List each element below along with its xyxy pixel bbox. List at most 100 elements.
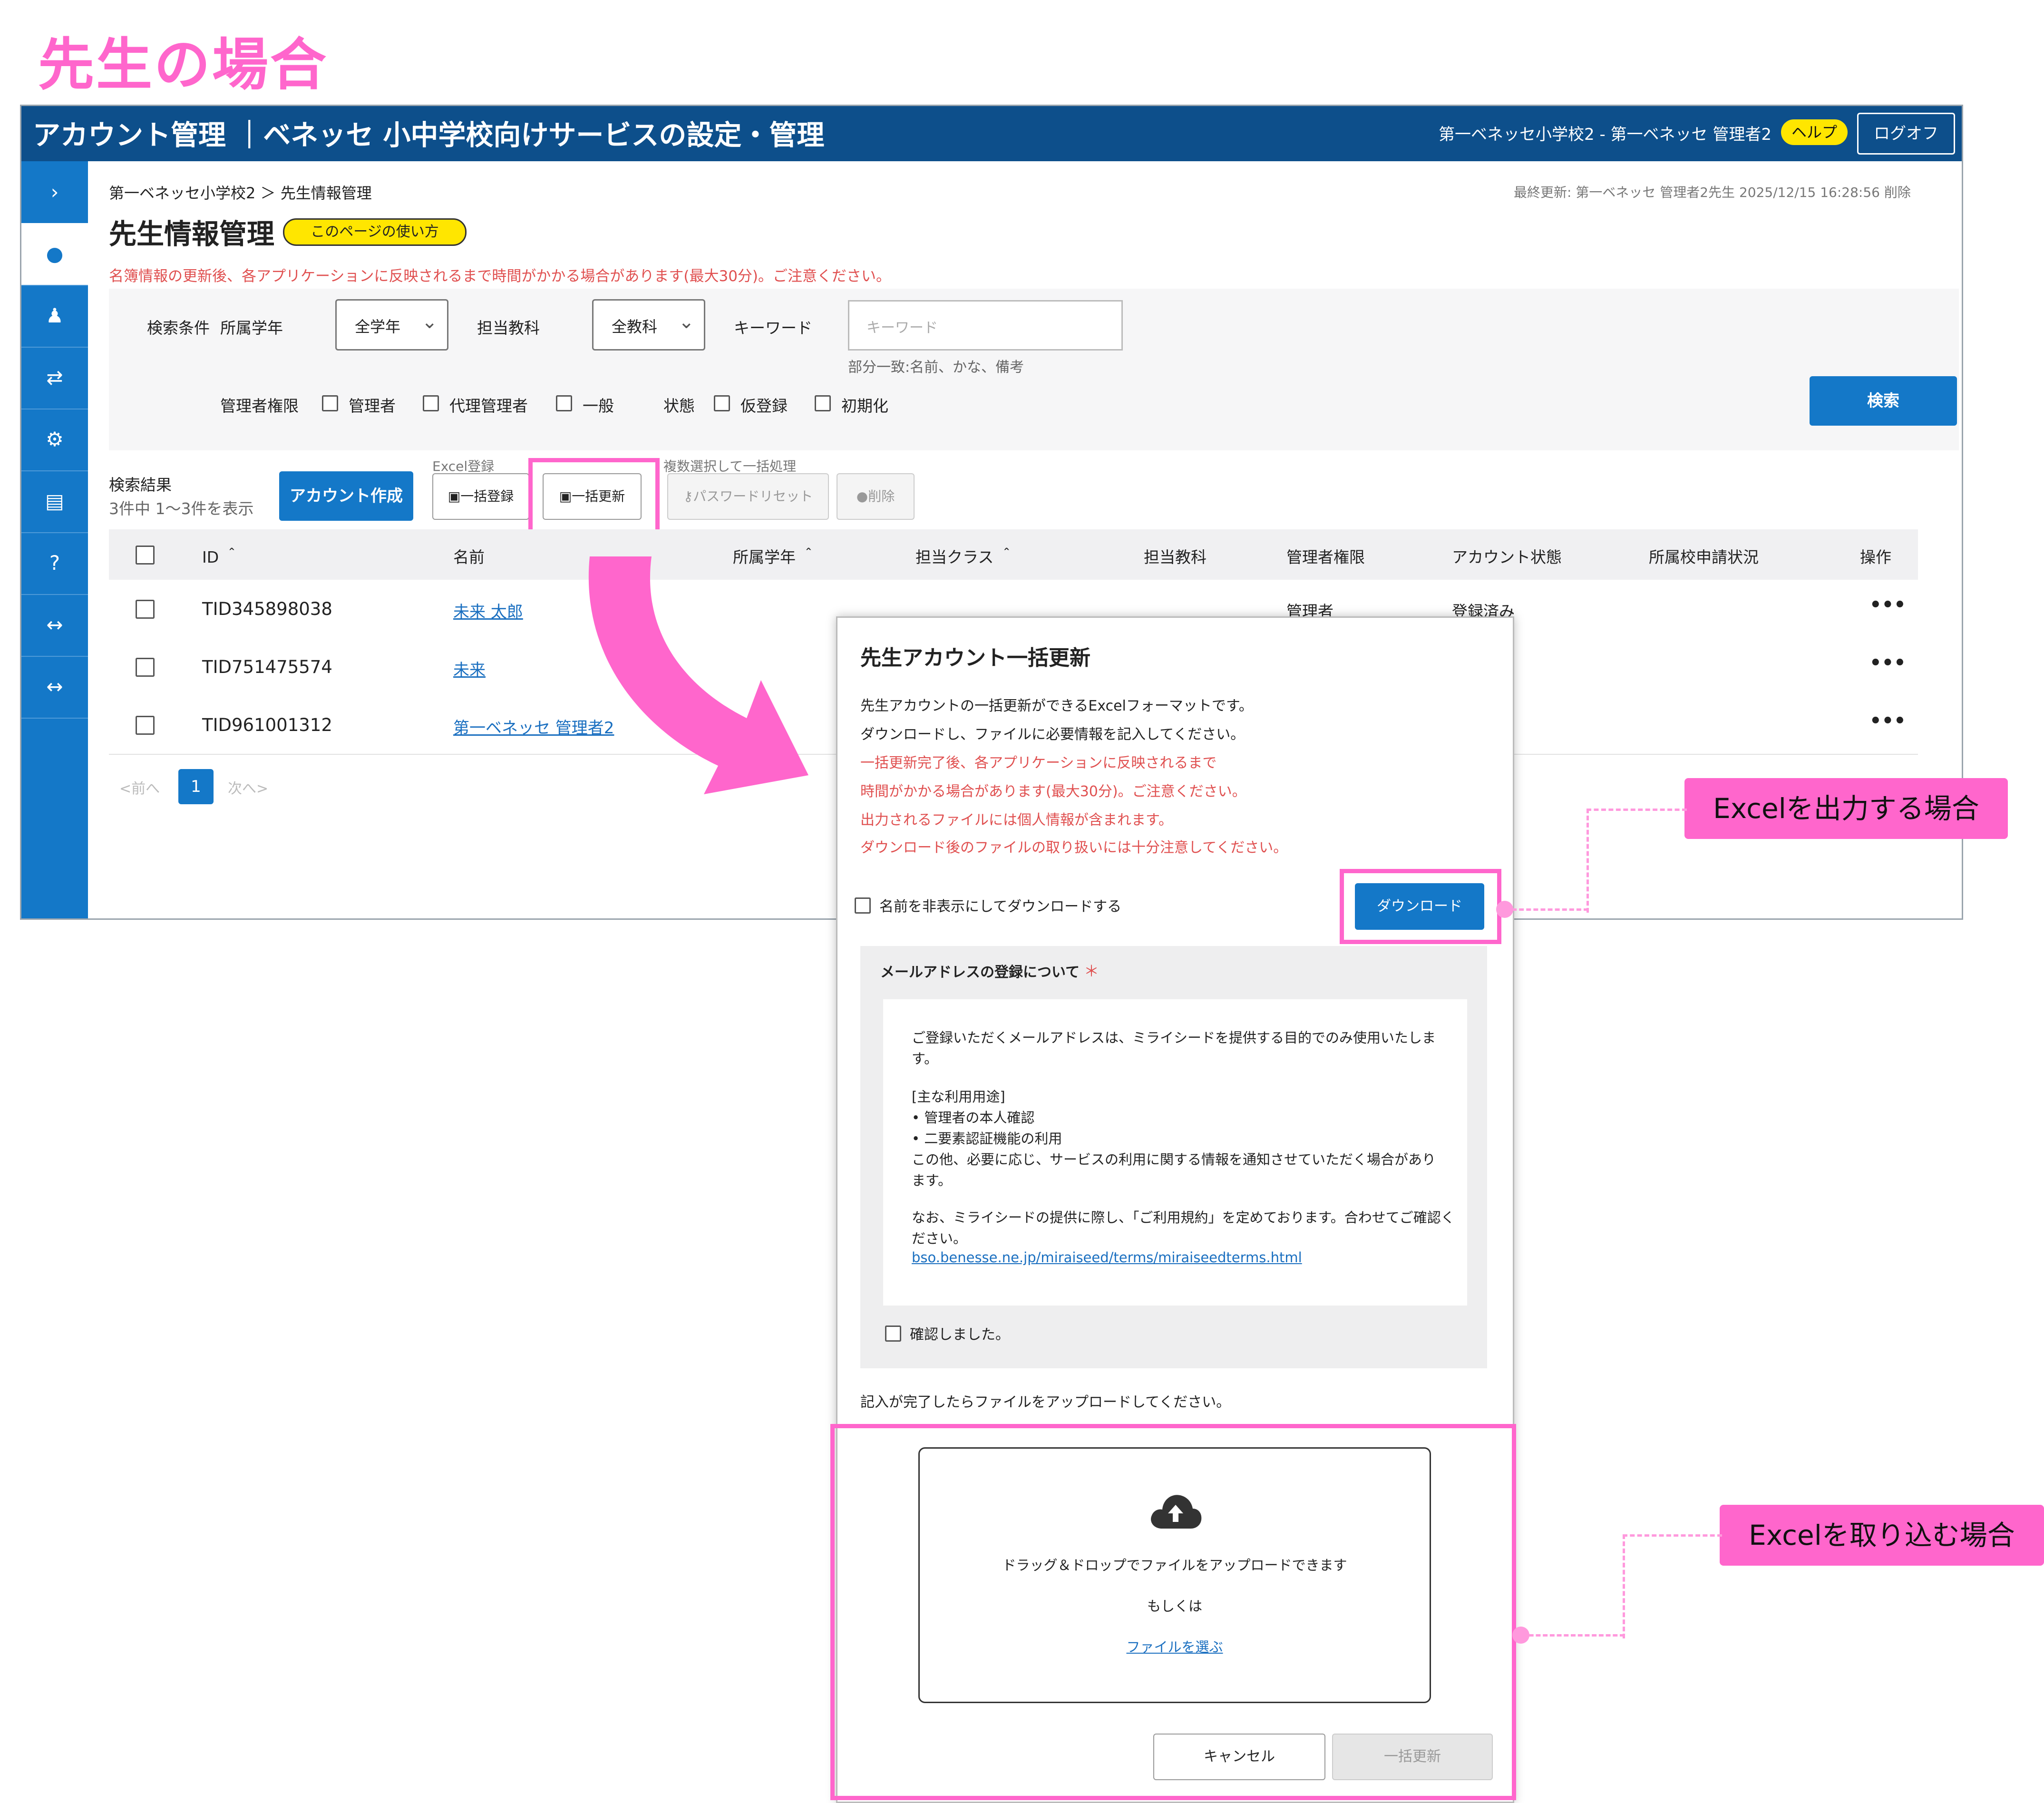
col-ops: 操作 (1860, 548, 1891, 566)
confirm-label: 確認しました。 (910, 1326, 1010, 1343)
row-checkbox[interactable] (136, 658, 155, 677)
search-panel: 検索条件 所属学年 全学年 ⌄ 担当教科 全教科 ⌄ キーワード キーワード 部… (109, 289, 1959, 450)
user-icon: ● (856, 488, 868, 504)
consent-line: この他、必要に応じ、サービスの利用に関する情報を通知させていただく場合があり (912, 1151, 1436, 1168)
import-callout: Excelを取り込む場合 (1720, 1505, 2044, 1566)
role-deputy-label: 代理管理者 (449, 397, 528, 415)
export-connector-h (1505, 908, 1588, 911)
confirm-checkbox[interactable] (885, 1325, 901, 1342)
status-label: 状態 (663, 397, 695, 415)
keyword-input[interactable]: キーワード (848, 300, 1123, 351)
subject-select[interactable]: 全教科 ⌄ (592, 299, 705, 351)
gear-icon: ⚙ (46, 428, 64, 451)
key-icon: ⚷ (683, 488, 693, 504)
breadcrumb: 第一ベネッセ小学校2 ＞ 先生情報管理 (109, 184, 372, 202)
role-general-label: 一般 (583, 397, 614, 415)
sidebar-item-link-1[interactable]: ↔ (21, 594, 88, 657)
role-checkbox-deputy[interactable] (423, 395, 439, 411)
page-heading: 先生の場合 (38, 32, 329, 97)
upload-highlight (830, 1424, 1516, 1800)
user-icon: ● (46, 242, 64, 265)
pager-page-1[interactable]: 1 (178, 769, 214, 804)
consent-line: • 二要素認証機能の利用 (912, 1131, 1062, 1147)
status-reset-label: 初期化 (841, 397, 888, 415)
col-role: 管理者権限 (1286, 548, 1365, 566)
status-checkbox-reset[interactable] (815, 395, 831, 411)
last-update: 最終更新: 第一ベネッセ 管理者2先生 2025/12/15 16:28:56 … (1514, 185, 1911, 200)
required-mark: ＊ (1084, 962, 1100, 980)
sidebar-item-file[interactable]: ▤ (21, 470, 88, 533)
row-id: TID961001312 (202, 715, 332, 735)
export-connector-dot (1496, 901, 1513, 918)
modal-warning-1: 一括更新完了後、各アプリケーションに反映されるまで (860, 755, 1217, 771)
hide-name-checkbox[interactable] (855, 897, 871, 914)
consent-line: ださい。 (912, 1230, 967, 1247)
app-title: アカウント管理 ｜ベネッセ 小中学校向けサービスの設定・管理 (33, 119, 825, 151)
status-provisional-label: 仮登録 (740, 397, 788, 415)
sidebar-item-link-2[interactable]: ↔ (21, 656, 88, 719)
select-all-checkbox[interactable] (136, 546, 155, 565)
role-checkbox-admin[interactable] (322, 395, 338, 411)
row-checkbox[interactable] (136, 600, 155, 619)
export-connector (1587, 809, 1687, 913)
help-button[interactable]: ヘルプ (1781, 119, 1848, 145)
sidebar-item-teacher[interactable]: ● (21, 223, 88, 286)
modal-line-1: 先生アカウントの一括更新ができるExcelフォーマットです。 (860, 698, 1253, 714)
sidebar-item-help[interactable]: ? (21, 532, 88, 595)
person-icon: ♟ (46, 304, 64, 327)
sidebar-expand-button[interactable]: › (21, 161, 88, 224)
modal-warning-3: 出力されるファイルには個人情報が含まれます。 (860, 812, 1173, 828)
row-menu-button[interactable]: ••• (1869, 652, 1906, 674)
bulk-register-button[interactable]: ▣一括登録 (432, 473, 529, 520)
pager-prev[interactable]: <前へ (119, 777, 160, 798)
arrows-icon: ↔ (46, 675, 63, 698)
consent-line: [主な利用用途] (912, 1089, 1005, 1105)
hide-name-label: 名前を非表示にしてダウンロードする (879, 898, 1122, 915)
excel-label: Excel登録 (432, 458, 495, 474)
import-connector (1623, 1534, 1722, 1638)
grade-select[interactable]: 全学年 ⌄ (335, 299, 448, 351)
search-button[interactable]: 検索 (1810, 376, 1957, 426)
grade-label: 所属学年 (220, 319, 283, 337)
file-icon: ▤ (45, 489, 64, 513)
status-checkbox-provisional[interactable] (714, 395, 730, 411)
export-callout: Excelを出力する場合 (1684, 778, 2008, 839)
row-menu-button[interactable]: ••• (1869, 594, 1906, 616)
row-name-link[interactable]: 未来 太郎 (453, 599, 523, 622)
bulk-register-label: 一括登録 (460, 488, 514, 504)
role-checkbox-general[interactable] (556, 395, 572, 411)
row-id: TID751475574 (202, 657, 332, 677)
chevron-down-icon: ⌄ (678, 311, 694, 333)
sidebar-item-transfer[interactable]: ⇄ (21, 347, 88, 409)
modal-title: 先生アカウント一括更新 (860, 646, 1090, 670)
update-notice: 名簿情報の更新後、各アプリケーションに反映されるまで時間がかかる場合があります(… (109, 268, 891, 285)
row-checkbox[interactable] (136, 716, 155, 735)
results-label: 検索結果 (109, 476, 172, 494)
results-count: 3件中 1〜3件を表示 (109, 499, 254, 518)
swap-icon: ⇄ (46, 366, 63, 389)
upload-instruction: 記入が完了したらファイルをアップロードしてください。 (860, 1394, 1231, 1411)
consent-line: ご登録いただくメールアドレスは、ミライシードを提供する目的でのみ使用いたしま (912, 1030, 1436, 1046)
col-id[interactable]: ID ＾ (202, 545, 240, 567)
delete-button[interactable]: ●削除 (837, 473, 915, 520)
sidebar-item-settings[interactable]: ⚙ (21, 409, 88, 471)
sidebar-item-student[interactable]: ♟ (21, 285, 88, 348)
create-account-button[interactable]: アカウント作成 (279, 471, 413, 521)
excel-file-icon: ▣ (448, 488, 461, 504)
delete-label: 削除 (868, 488, 895, 504)
row-name-link[interactable]: 未来 (453, 657, 486, 680)
pager-next[interactable]: 次へ> (228, 777, 268, 798)
school-user-label: 第一ベネッセ小学校2 - 第一ベネッセ 管理者2 (1439, 125, 1771, 144)
col-request: 所属校申請状況 (1649, 548, 1759, 566)
password-reset-button[interactable]: ⚷パスワードリセット (667, 473, 829, 520)
col-status: アカウント状態 (1452, 548, 1562, 566)
logoff-button[interactable]: ログオフ (1857, 113, 1955, 155)
terms-link[interactable]: bso.benesse.ne.jp/miraiseed/terms/mirais… (912, 1249, 1302, 1266)
row-id: TID345898038 (202, 599, 332, 619)
col-class[interactable]: 担当クラス ＾ (915, 545, 1014, 567)
howto-badge[interactable]: このページの使い方 (283, 218, 467, 246)
download-highlight (1340, 869, 1501, 944)
row-menu-button[interactable]: ••• (1869, 710, 1906, 732)
keyword-label: キーワード (734, 319, 812, 337)
search-label: 検索条件 (147, 319, 210, 337)
